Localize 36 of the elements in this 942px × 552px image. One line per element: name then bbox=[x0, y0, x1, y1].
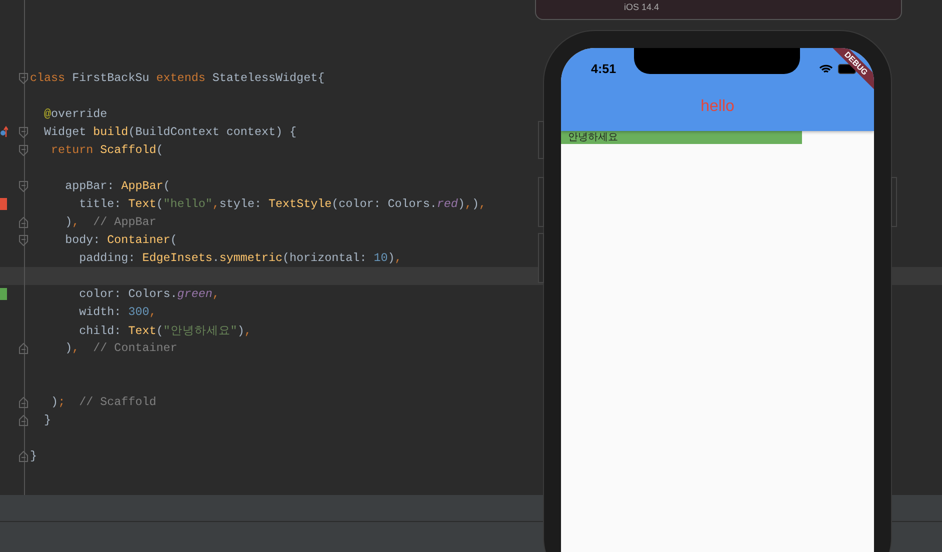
code-line: Widget build(BuildContext context) { bbox=[43, 125, 297, 139]
code-line: width: 300, bbox=[78, 305, 156, 319]
fold-icon[interactable] bbox=[19, 397, 28, 408]
app-bar-title: hello bbox=[700, 98, 736, 116]
fold-icon[interactable] bbox=[19, 343, 28, 354]
code-line: ), // AppBar bbox=[64, 215, 156, 229]
code-line: } bbox=[30, 449, 38, 463]
code-line: } bbox=[43, 413, 52, 427]
code-line: return Scaffold( bbox=[50, 143, 164, 157]
fold-icon[interactable] bbox=[19, 73, 28, 84]
side-button[interactable] bbox=[538, 233, 544, 283]
fold-icon[interactable] bbox=[19, 235, 28, 246]
fold-icon[interactable] bbox=[19, 127, 28, 138]
side-button[interactable] bbox=[891, 177, 897, 227]
code-line: @override bbox=[43, 107, 108, 121]
side-button[interactable] bbox=[538, 177, 544, 227]
code-line: color: Colors.green, bbox=[78, 287, 220, 301]
code-line: padding: EdgeInsets.symmetric(horizontal: 10), bbox=[78, 251, 402, 265]
code-line: ); // Scaffold bbox=[50, 395, 156, 409]
override-icon[interactable] bbox=[0, 126, 8, 138]
code-line: appBar: AppBar( bbox=[64, 179, 170, 193]
fold-icon[interactable] bbox=[19, 217, 28, 228]
code-line: class FirstBackSu extends StatelessWidget{ bbox=[30, 71, 325, 85]
code-line: title: Text("hello",style: TextStyle(color: Colors.red),), bbox=[78, 197, 486, 211]
fold-icon[interactable] bbox=[19, 415, 28, 426]
fold-icon[interactable] bbox=[19, 451, 28, 462]
side-button[interactable] bbox=[538, 121, 544, 159]
code-line: body: Container( bbox=[64, 233, 178, 247]
device-subtitle: iOS 14.4 bbox=[624, 2, 660, 12]
wifi-icon bbox=[819, 64, 833, 74]
code-line: child: Text("안녕하세요"), bbox=[78, 322, 252, 338]
fold-icon[interactable] bbox=[19, 181, 28, 192]
greeting-text: 안녕하세요 bbox=[568, 131, 618, 144]
status-time: 4:51 bbox=[591, 62, 616, 76]
fold-icon[interactable] bbox=[19, 145, 28, 156]
code-line: ), // Container bbox=[64, 341, 178, 355]
